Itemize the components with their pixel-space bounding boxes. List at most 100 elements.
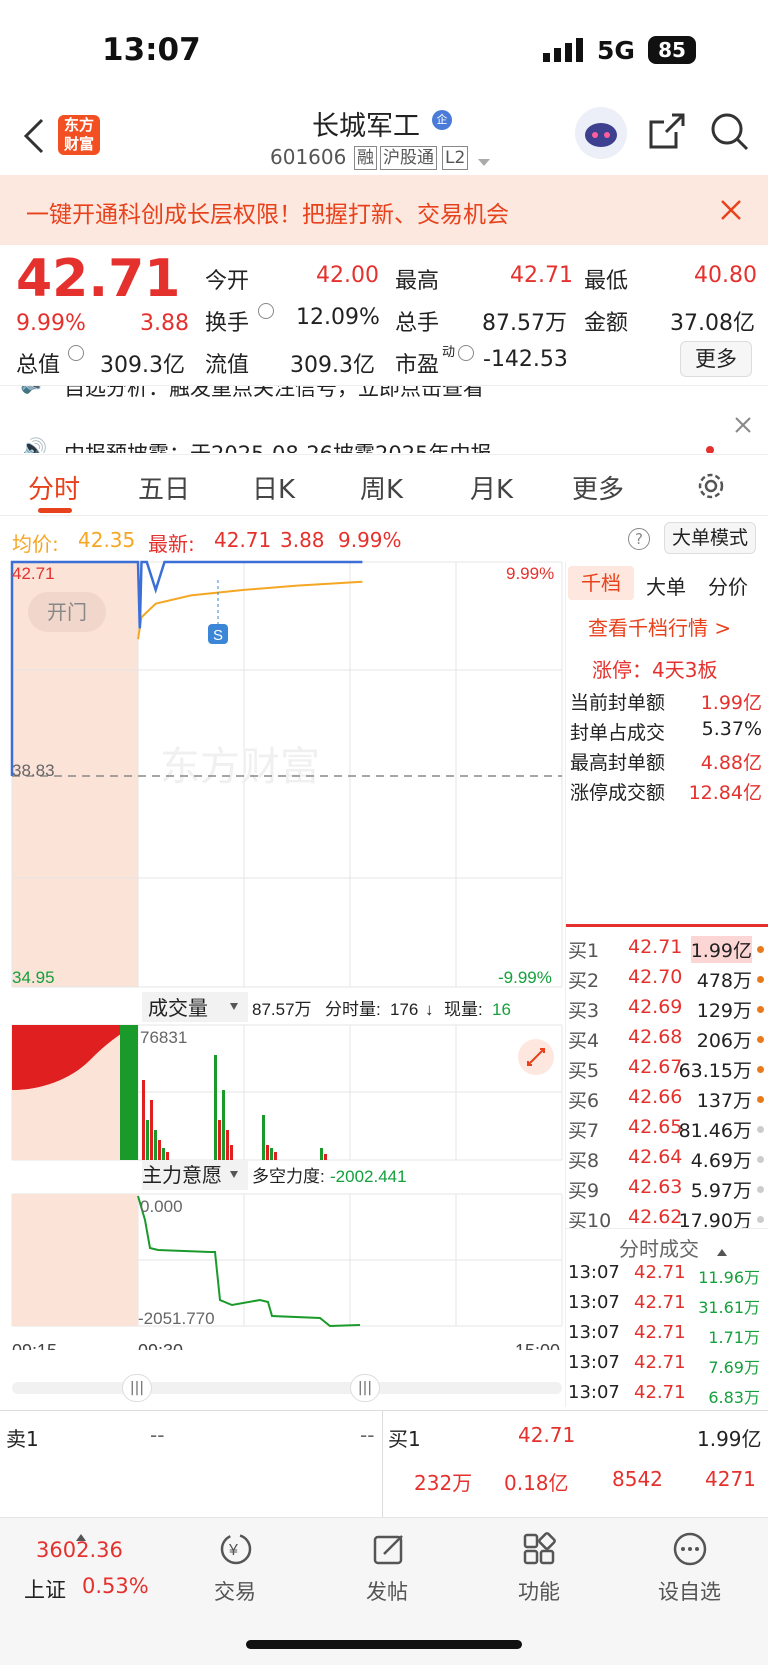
volume-bar <box>146 1120 149 1160</box>
nav-post[interactable]: 发帖 <box>366 1576 408 1606</box>
market-cap-value: 309.3亿 <box>100 353 185 378</box>
orderbook-row[interactable]: 买3 42.69 129万 <box>566 996 766 1026</box>
tab-more[interactable]: 更多 <box>572 469 624 506</box>
avg-value: 42.35 <box>78 528 136 552</box>
latest-value: 42.71 <box>214 528 272 552</box>
ob-label: 买2 <box>568 970 600 992</box>
post-icon[interactable] <box>372 1532 408 1570</box>
trade-icon[interactable]: ¥ <box>218 1532 254 1570</box>
depth-link[interactable]: 查看千档行情 > <box>588 612 731 641</box>
tab-monthly-k[interactable]: 月K <box>470 469 513 506</box>
app-logo: 东方 财富 <box>58 115 100 155</box>
close-icon[interactable] <box>720 199 742 225</box>
tick-time: 13:07 <box>568 1382 620 1403</box>
volume-bar <box>266 1145 269 1160</box>
time-scrubber[interactable] <box>12 1382 562 1394</box>
volume-label: 总手 <box>395 311 440 336</box>
promo-banner[interactable]: 一键开通科创成长层权限！把握打新、交易机会 <box>0 175 768 245</box>
info-icon[interactable] <box>258 303 274 319</box>
ticks-header[interactable]: 分时成交 <box>565 1228 768 1261</box>
side-stat-value: 5.37% <box>701 718 762 740</box>
ob-dot <box>757 1006 764 1013</box>
nav-functions[interactable]: 功能 <box>518 1576 560 1606</box>
orderbook-row[interactable]: 买9 42.63 5.97万 <box>566 1176 766 1206</box>
tick-row: 13:07 42.71 1.71万 <box>566 1322 766 1352</box>
share-icon[interactable] <box>648 112 686 154</box>
orderbook-row[interactable]: 买4 42.68 206万 <box>566 1026 766 1056</box>
ticks-title: 分时成交 <box>619 1237 699 1261</box>
more-button[interactable]: 更多 <box>680 341 752 377</box>
back-icon[interactable] <box>22 118 46 158</box>
watermark: 东方财富 <box>160 745 320 789</box>
ob-dot <box>757 1156 764 1163</box>
scrubber-handle-left[interactable]: ||| <box>122 1374 152 1402</box>
ob-price: 42.69 <box>628 996 683 1018</box>
settings-icon[interactable] <box>696 471 726 505</box>
orderbook-row[interactable]: 买6 42.66 137万 <box>566 1086 766 1116</box>
info-icon[interactable] <box>68 345 84 361</box>
intraday-chart[interactable]: 东方财富 S 42.71 38.83 34.95 9.99% -9.99% 成交… <box>0 560 566 1350</box>
volume-bar <box>270 1148 273 1160</box>
volume-bar <box>274 1152 277 1160</box>
watchlist-icon[interactable] <box>672 1532 708 1570</box>
bottom-nav: 3602.36 上证 0.53% ¥ 交易 发帖 功能 设自选 <box>0 1517 768 1665</box>
bottom-book: 卖1 -- -- 买1 42.71 1.99亿 232万 0.18亿 8542 … <box>0 1410 768 1517</box>
robot-avatar-icon[interactable] <box>574 106 628 164</box>
orderbook-row[interactable]: 买1 42.71 1.99亿 <box>566 936 766 966</box>
tick-volume: 7.69万 <box>708 1358 760 1377</box>
ob-price: 42.67 <box>628 1056 683 1078</box>
side-tab-price[interactable]: 分价 <box>708 571 748 600</box>
status-bar: 13:07 5G 85 <box>0 0 768 100</box>
search-icon[interactable] <box>710 112 750 156</box>
ob-label: 买1 <box>568 940 600 962</box>
y-max: 42.71 <box>12 564 55 583</box>
tab-weekly-k[interactable]: 周K <box>360 469 403 506</box>
volume-bar <box>230 1145 233 1160</box>
ob-dot <box>757 1216 764 1223</box>
ob-label: 买7 <box>568 1120 600 1142</box>
stock-title: 长城军工 <box>312 111 420 142</box>
help-icon[interactable]: ? <box>628 528 650 550</box>
open-gate-badge: 开门 <box>28 592 106 632</box>
index-pct[interactable]: 0.53% <box>82 1574 149 1598</box>
latest-label: 最新: <box>148 532 195 556</box>
tab-intraday[interactable]: 分时 <box>28 469 80 506</box>
ob-dot <box>757 1126 764 1133</box>
tick-volume: 31.61万 <box>698 1298 760 1317</box>
volume-bar <box>150 1100 153 1160</box>
ob-dot <box>757 1066 764 1073</box>
functions-icon[interactable] <box>522 1532 558 1570</box>
orderbook-row[interactable]: 买2 42.70 478万 <box>566 966 766 996</box>
stock-code: 601606 <box>270 145 347 169</box>
nav-trade[interactable]: 交易 <box>214 1576 256 1606</box>
tick-row: 13:07 42.71 6.83万 <box>566 1382 766 1412</box>
buy1-label: 买1 <box>388 1427 421 1451</box>
enterprise-badge: 企 <box>432 110 452 130</box>
change-pct: 9.99% <box>16 311 86 336</box>
orderbook-row[interactable]: 买7 42.65 81.46万 <box>566 1116 766 1146</box>
scrubber-handle-right[interactable]: ||| <box>350 1374 380 1402</box>
sell1-volume: -- <box>360 1423 375 1447</box>
big-order-mode-button[interactable]: 大单模式 <box>664 522 756 554</box>
info-icon[interactable] <box>458 345 474 361</box>
caret-up-icon <box>717 1241 727 1260</box>
orderbook-row[interactable]: 买5 42.67 63.15万 <box>566 1056 766 1086</box>
side-tab-depth[interactable]: 千档 <box>568 566 634 600</box>
nav-add-watchlist[interactable]: 设自选 <box>658 1576 721 1606</box>
min-vol-value: 176 <box>390 1000 418 1019</box>
side-tab-big-order[interactable]: 大单 <box>646 571 686 600</box>
index-value[interactable]: 3602.36 <box>36 1538 123 1562</box>
tab-daily-k[interactable]: 日K <box>252 469 295 506</box>
index-name[interactable]: 上证 <box>24 1574 66 1604</box>
dropdown-icon[interactable] <box>478 152 490 171</box>
orderbook-row[interactable]: 买8 42.64 4.69万 <box>566 1146 766 1176</box>
volume-bar <box>158 1140 161 1160</box>
ob-volume: 63.15万 <box>678 1060 752 1082</box>
close-icon[interactable] <box>734 416 752 438</box>
notice-item[interactable]: 中报预披露：于2025-08-26披露2025年中报 <box>64 438 491 453</box>
tick-price: 42.71 <box>634 1262 686 1283</box>
notice-item[interactable]: 自选分析：触发重点关注信号，立即点击查看 <box>64 386 484 402</box>
tick-row: 13:07 42.71 31.61万 <box>566 1292 766 1322</box>
queue-value: 8542 <box>612 1467 663 1491</box>
tab-five-day[interactable]: 五日 <box>138 469 190 506</box>
